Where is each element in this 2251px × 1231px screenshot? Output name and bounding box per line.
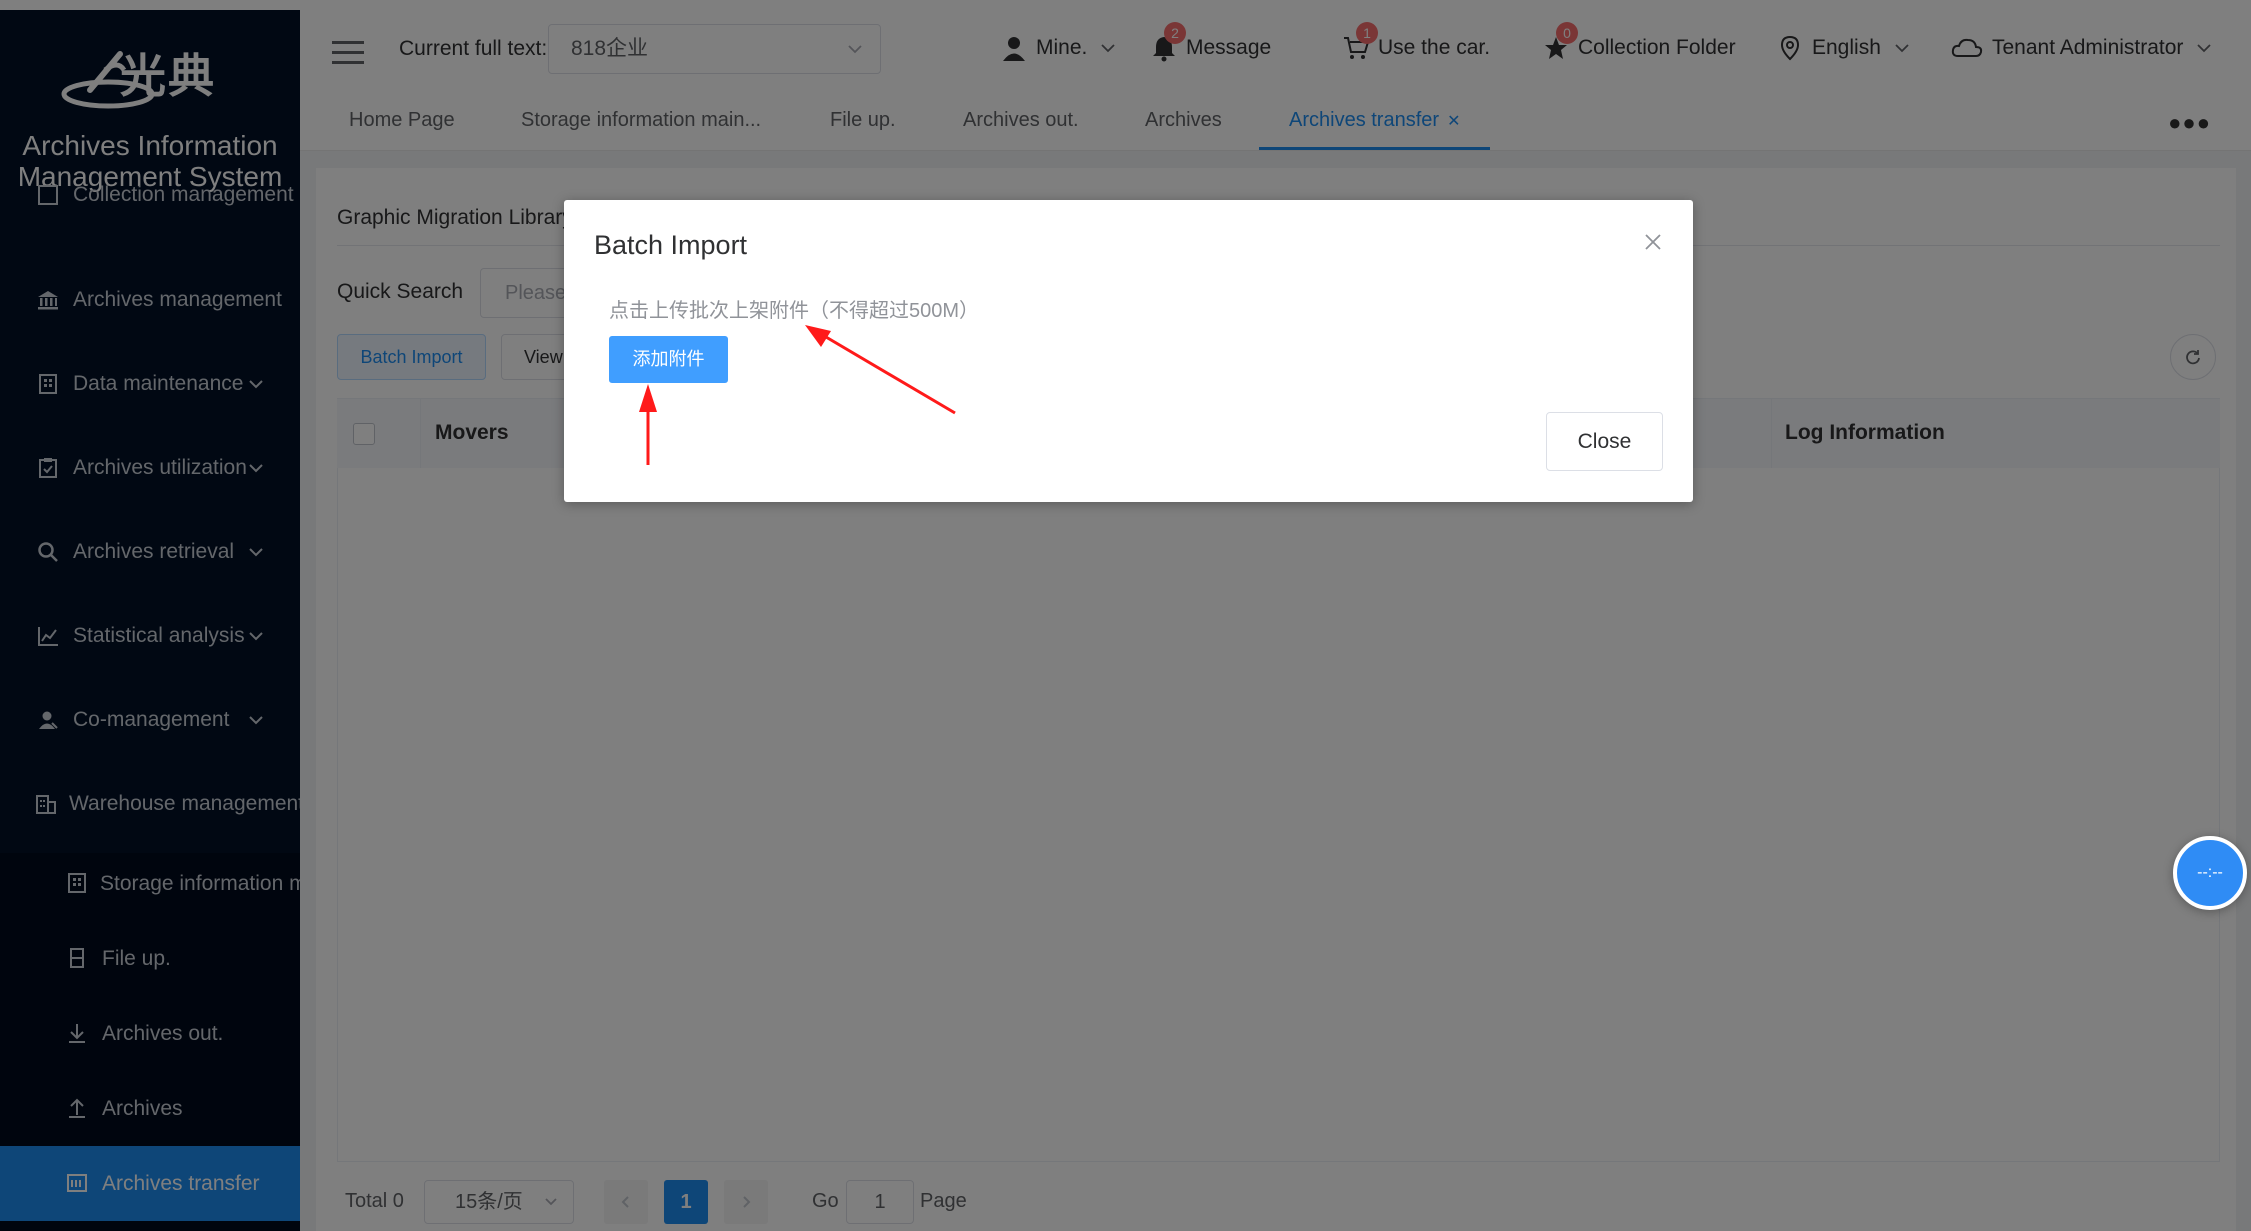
batch-import-dialog: Batch Import 点击上传批次上架附件（不得超过500M） 添加附件 C… [564,200,1693,502]
floating-timer-button[interactable]: --:-- [2173,836,2247,910]
modal-overlay[interactable] [0,0,2251,1231]
dialog-title: Batch Import [594,230,748,260]
add-attachment-button[interactable]: 添加附件 [609,336,728,383]
close-icon[interactable] [1643,232,1663,252]
close-button[interactable]: Close [1546,412,1663,471]
upload-tip: 点击上传批次上架附件（不得超过500M） [609,300,980,322]
